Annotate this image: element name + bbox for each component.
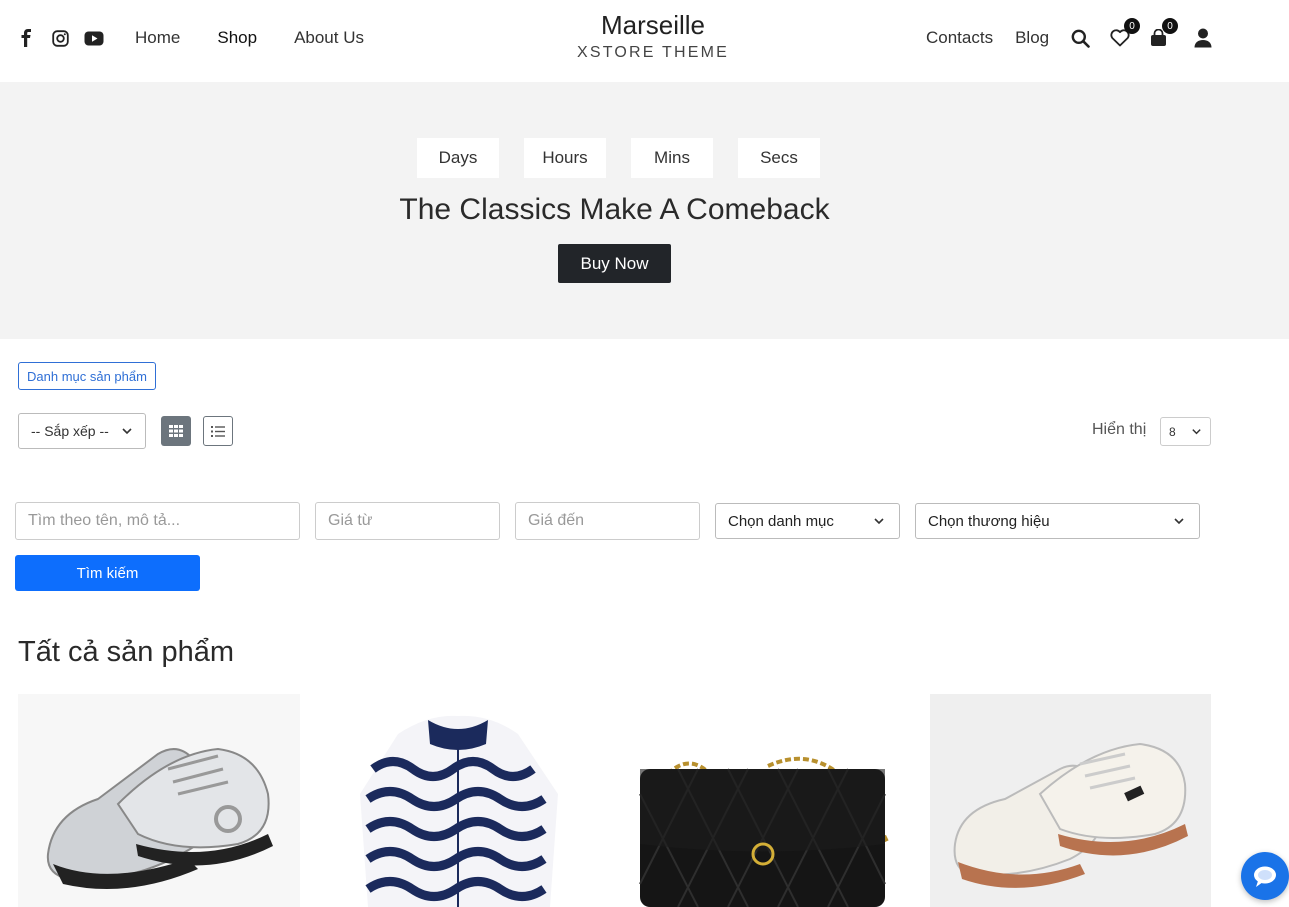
white-sneakers-image — [930, 694, 1211, 907]
social-links — [16, 28, 104, 48]
nav-contacts[interactable]: Contacts — [926, 28, 993, 48]
site-logo[interactable]: Marseille XSTORE THEME — [553, 10, 753, 62]
nav-blog[interactable]: Blog — [1015, 28, 1049, 48]
chevron-down-icon — [122, 428, 132, 435]
hero-title: The Classics Make A Comeback — [399, 193, 830, 226]
grid-view-button[interactable] — [161, 416, 191, 446]
price-to-input[interactable]: Giá đến — [515, 502, 700, 540]
category-select-value: Chọn danh mục — [728, 512, 834, 530]
search-input[interactable]: Tìm theo tên, mô tả... — [15, 502, 300, 540]
per-page-value: 8 — [1169, 424, 1176, 439]
chevron-down-icon — [1192, 429, 1201, 435]
price-from-input[interactable]: Giá từ — [315, 502, 500, 540]
list-icon — [211, 425, 225, 437]
product-card[interactable] — [18, 694, 300, 907]
youtube-icon[interactable] — [84, 28, 104, 48]
cart-icon[interactable]: 0 — [1147, 18, 1178, 49]
countdown-hours: Hours — [524, 138, 606, 178]
search-button[interactable]: Tìm kiếm — [15, 555, 200, 591]
patterned-hoodie-image — [318, 694, 600, 907]
chevron-down-icon — [874, 518, 884, 525]
chevron-down-icon — [1174, 518, 1184, 525]
brand-select-value: Chọn thương hiệu — [928, 512, 1050, 530]
site-header: Home Shop About Us Marseille XSTORE THEM… — [0, 0, 1289, 82]
main-nav-right: Contacts Blog — [926, 28, 1049, 48]
sort-select-value: -- Sắp xếp -- — [31, 423, 109, 439]
nav-about-us[interactable]: About Us — [294, 28, 364, 48]
brand-subtitle: XSTORE THEME — [576, 44, 730, 61]
nav-shop[interactable]: Shop — [217, 28, 257, 48]
per-page-select[interactable]: 8 — [1160, 417, 1211, 446]
search-icon[interactable] — [1069, 27, 1091, 49]
chat-bubble-icon — [1254, 866, 1276, 887]
sort-select[interactable]: -- Sắp xếp -- — [18, 413, 146, 449]
list-view-button[interactable] — [203, 416, 233, 446]
chat-button[interactable] — [1241, 852, 1289, 900]
black-quilted-bag-image — [618, 694, 900, 907]
product-card[interactable] — [318, 694, 600, 907]
countdown-secs: Secs — [738, 138, 820, 178]
product-category-button[interactable]: Danh mục sản phẩm — [18, 362, 156, 390]
hero-banner: Days Hours Mins Secs The Classics Make A… — [0, 82, 1289, 339]
wishlist-count-badge: 0 — [1124, 18, 1140, 34]
brand-title: Marseille — [600, 10, 706, 40]
brand-select[interactable]: Chọn thương hiệu — [915, 503, 1200, 539]
nav-home[interactable]: Home — [135, 28, 180, 48]
countdown-mins: Mins — [631, 138, 713, 178]
silver-sneakers-image — [18, 694, 300, 907]
cart-count-badge: 0 — [1162, 18, 1178, 34]
buy-now-button[interactable]: Buy Now — [558, 244, 671, 283]
instagram-icon[interactable] — [50, 28, 70, 48]
per-page-label: Hiển thị — [1092, 421, 1147, 438]
account-icon[interactable] — [1192, 27, 1214, 49]
grid-icon — [169, 425, 183, 437]
countdown-timer: Days Hours Mins Secs — [417, 138, 820, 178]
section-title: Tất cả sản phẩm — [18, 636, 234, 668]
header-actions: 0 0 — [1069, 18, 1214, 49]
facebook-icon[interactable] — [16, 28, 36, 48]
wishlist-icon[interactable]: 0 — [1109, 18, 1140, 49]
main-nav-left: Home Shop About Us — [135, 28, 364, 48]
category-select[interactable]: Chọn danh mục — [715, 503, 900, 539]
product-card[interactable] — [930, 694, 1211, 907]
product-card[interactable] — [618, 694, 900, 907]
countdown-days: Days — [417, 138, 499, 178]
